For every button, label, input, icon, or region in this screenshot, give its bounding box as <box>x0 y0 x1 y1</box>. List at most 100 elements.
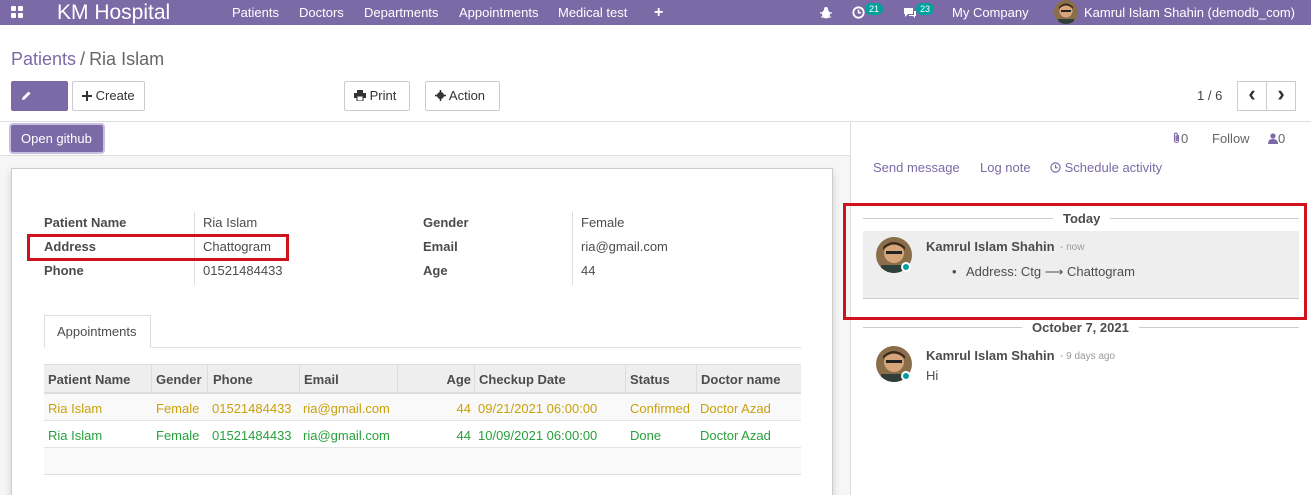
cell-checkup-date: 10/09/2021 06:00:00 <box>478 428 598 443</box>
pager-previous-button[interactable]: ‹ <box>1237 81 1267 111</box>
column-divider <box>696 365 697 393</box>
col-gender[interactable]: Gender <box>156 372 202 387</box>
column-divider <box>151 365 152 393</box>
column-divider <box>207 365 208 393</box>
breadcrumb-patients[interactable]: Patients <box>11 49 76 69</box>
cell-checkup-date: 09/21/2021 06:00:00 <box>478 401 598 416</box>
appointments-table-header: Patient Name Gender Phone Email Age Chec… <box>44 364 801 394</box>
field-phone: 01521484433 <box>203 263 283 278</box>
action-label: Action <box>448 88 486 103</box>
column-divider <box>625 365 626 393</box>
cell-phone: 01521484433 <box>212 401 292 416</box>
add-menu-icon[interactable]: + <box>654 0 663 25</box>
messages-icon[interactable] <box>903 7 917 19</box>
table-row[interactable]: Ria Islam Female 01521484433 ria@gmail.c… <box>44 394 801 421</box>
field-age: 44 <box>581 263 596 278</box>
pager-value[interactable]: 1 / 6 <box>1197 88 1222 103</box>
follow-button[interactable]: Follow <box>1212 131 1250 146</box>
chevron-left-icon: ‹ <box>1248 81 1256 106</box>
breadcrumb-separator: / <box>80 49 86 69</box>
company-switcher[interactable]: My Company <box>952 0 1029 25</box>
message-time: - 9 days ago <box>1060 351 1116 362</box>
table-row[interactable]: Ria Islam Female 01521484433 ria@gmail.c… <box>44 421 801 448</box>
paperclip-icon <box>1173 132 1180 144</box>
gear-icon <box>435 90 446 101</box>
followers-button[interactable]: 0 <box>1268 131 1285 146</box>
menu-appointments[interactable]: Appointments <box>459 0 539 25</box>
cell-age: 44 <box>456 428 471 443</box>
cell-email: ria@gmail.com <box>303 401 390 416</box>
tab-appointments[interactable]: Appointments <box>44 315 151 348</box>
col-age[interactable]: Age <box>446 372 471 387</box>
log-note-button[interactable]: Log note <box>980 160 1031 175</box>
activity-clock-icon[interactable] <box>852 6 865 19</box>
menu-patients[interactable]: Patients <box>232 0 279 25</box>
edit-button[interactable]: Edit <box>11 81 68 131</box>
col-doctor-name[interactable]: Doctor name <box>701 372 780 387</box>
column-divider <box>397 365 398 393</box>
user-menu[interactable]: Kamrul Islam Shahin (demodb_com) <box>1084 0 1295 25</box>
apps-menu-icon[interactable] <box>11 6 23 18</box>
schedule-activity-button[interactable]: Schedule activity <box>1050 160 1162 175</box>
attachments-count: 0 <box>1181 131 1189 146</box>
print-icon <box>354 90 366 102</box>
pager-next-button[interactable]: › <box>1266 81 1296 111</box>
field-patient-name: Ria Islam <box>203 215 258 230</box>
field-gender: Female <box>581 215 625 230</box>
breadcrumb-current: Ria Islam <box>89 49 165 69</box>
table-empty-row <box>44 448 801 475</box>
column-divider <box>474 365 475 393</box>
create-label: Create <box>95 88 135 103</box>
label-patient-name: Patient Name <box>44 215 127 230</box>
open-github-button[interactable]: Open github <box>11 125 103 152</box>
col-phone[interactable]: Phone <box>213 372 253 387</box>
clock-icon <box>1050 162 1061 173</box>
label-gender: Gender <box>423 215 469 230</box>
field-separator-right <box>572 212 573 285</box>
activity-count-badge: 21 <box>865 3 884 15</box>
plus-icon <box>82 91 92 101</box>
send-message-button[interactable]: Send message <box>873 160 960 175</box>
date-separator-oct-7: October 7, 2021 <box>1022 320 1139 335</box>
field-email: ria@gmail.com <box>581 239 668 254</box>
bug-icon[interactable] <box>820 6 832 19</box>
menu-departments[interactable]: Departments <box>364 0 438 25</box>
user-icon <box>1268 133 1278 144</box>
tab-bar-line <box>44 347 801 348</box>
create-button[interactable]: Create <box>72 81 145 111</box>
message-author[interactable]: Kamrul Islam Shahin <box>926 348 1055 363</box>
cell-doctor-name: Doctor Azad <box>700 401 771 416</box>
top-navbar: KM Hospital Patients Doctors Departments… <box>0 0 1311 25</box>
cell-patient-name: Ria Islam <box>48 428 103 443</box>
control-panel-divider <box>0 121 1311 122</box>
user-avatar[interactable] <box>1054 0 1078 24</box>
chatter-highlight-box <box>843 203 1307 320</box>
col-email[interactable]: Email <box>304 372 339 387</box>
col-patient-name[interactable]: Patient Name <box>48 372 130 387</box>
breadcrumb: Patients / Ria Islam <box>11 48 164 70</box>
print-button[interactable]: Print <box>344 81 410 111</box>
cell-age: 44 <box>456 401 471 416</box>
cell-status: Done <box>630 428 662 443</box>
column-divider <box>299 365 300 393</box>
cell-status: Confirmed <box>630 401 690 416</box>
message-count-badge: 23 <box>916 3 935 15</box>
pencil-icon <box>22 91 31 100</box>
menu-doctors[interactable]: Doctors <box>299 0 344 25</box>
chevron-right-icon: › <box>1277 81 1285 106</box>
print-label: Print <box>369 88 397 103</box>
label-age: Age <box>423 263 448 278</box>
attachments-button[interactable]: 0 <box>1172 131 1188 146</box>
action-button[interactable]: Action <box>425 81 500 111</box>
followers-count: 0 <box>1278 131 1286 146</box>
address-highlight-box <box>27 234 289 261</box>
col-checkup-date[interactable]: Checkup Date <box>479 372 566 387</box>
menu-medical-test[interactable]: Medical test <box>558 0 627 25</box>
cell-gender: Female <box>156 401 200 416</box>
message-body: Hi <box>926 368 939 383</box>
label-email: Email <box>423 239 458 254</box>
app-brand[interactable]: KM Hospital <box>57 0 170 25</box>
cell-gender: Female <box>156 428 200 443</box>
col-status[interactable]: Status <box>630 372 670 387</box>
online-status-dot <box>901 371 911 381</box>
